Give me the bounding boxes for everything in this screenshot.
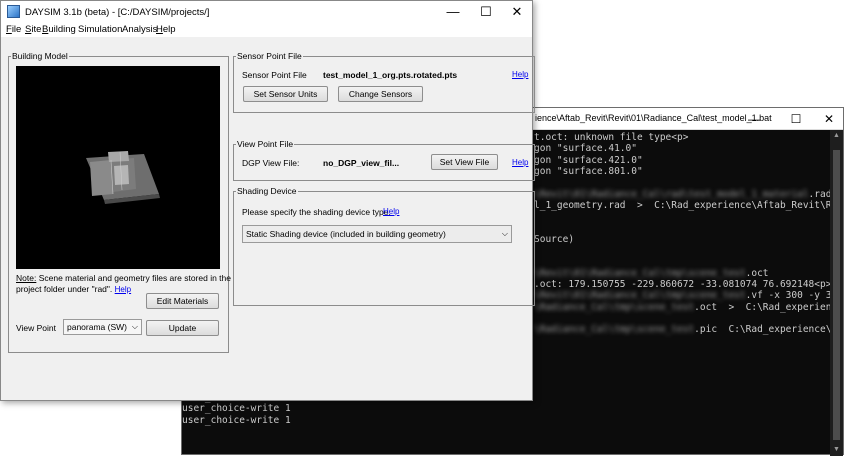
daysim-minimize-button[interactable]: — [439, 2, 467, 22]
note-text: Scene material and geometry files are st… [36, 273, 231, 283]
console-line: .oct: 179.150755 -229.860672 -33.081074 … [534, 278, 832, 290]
menu-analysis[interactable]: Analysis [122, 24, 157, 35]
sensor-point-file-label: Sensor Point File [242, 70, 307, 80]
console-line: \Radiance_Cal\tmp\scene_test.pic C:\Rad_… [534, 324, 832, 335]
note-line-1: Note: Scene material and geometry files … [16, 273, 231, 283]
console-line: user_choice-write 1 [182, 403, 291, 415]
view-point-file-help-link[interactable]: Help [512, 158, 528, 167]
change-sensors-button[interactable]: Change Sensors [338, 86, 423, 102]
dgp-view-file-label: DGP View File: [242, 158, 300, 168]
shading-device-select[interactable]: Static Shading device (included in build… [242, 225, 512, 243]
console-line: user_choice-write 1 [182, 414, 291, 426]
view-point-label: View Point [16, 323, 57, 333]
console-line: gon "surface.801.0" [534, 165, 643, 177]
daysim-window[interactable]: DAYSIM 3.1b (beta) - [C:/DAYSIM/projects… [0, 0, 535, 401]
console-title: ience\Aftab_Revit\Revit\01\Radiance_Cal\… [535, 113, 772, 123]
edit-materials-button[interactable]: Edit Materials [146, 293, 219, 309]
menu-simulation[interactable]: Simulation [78, 24, 122, 35]
building-model-legend: Building Model [11, 51, 69, 61]
note-text-2: project folder under "rad". [16, 284, 113, 294]
chevron-down-icon: ⌵ [131, 322, 138, 331]
console-line: \Revit\01\Radiance_Cal\tmp\scene_test.oc… [534, 268, 769, 279]
console-redacted-text: \Revit\01\Radiance_Cal\rad\test_model_1_… [534, 188, 809, 200]
scroll-up-icon[interactable]: ▲ [830, 130, 843, 142]
building-model-viewport[interactable] [16, 66, 220, 269]
menu-help[interactable]: Help [156, 24, 176, 35]
scroll-down-icon[interactable]: ▼ [830, 444, 843, 456]
console-redacted-text: \Radiance_Cal\tmp\scene_test [534, 301, 695, 313]
sensor-point-file-group: Sensor Point File [233, 51, 535, 113]
note-line-2: project folder under "rad". Help [16, 284, 131, 294]
console-line: \Revit\01\Radiance_Cal\rad\test_model_1_… [534, 189, 831, 200]
note-label: Note: [16, 273, 37, 283]
dgp-view-file-value: no_DGP_view_fil... [323, 158, 400, 168]
sensor-point-file-legend: Sensor Point File [236, 51, 303, 61]
shading-device-help-link[interactable]: Help [383, 207, 399, 216]
menu-file[interactable]: File [6, 24, 21, 35]
set-sensor-units-button[interactable]: Set Sensor Units [243, 86, 328, 102]
shading-device-value: Static Shading device (included in build… [246, 229, 446, 239]
console-close-button[interactable]: ✕ [815, 110, 843, 128]
view-point-value: panorama (SW) [67, 322, 127, 332]
menu-bar: File Site Building Simulation Analysis H… [1, 23, 532, 37]
console-line: gon "surface.41.0" [534, 143, 637, 155]
building-model-help-link[interactable]: Help [115, 285, 131, 294]
chevron-down-icon: ⌵ [501, 229, 508, 238]
building-3d-render [86, 151, 160, 204]
daysim-titlebar[interactable]: DAYSIM 3.1b (beta) - [C:/DAYSIM/projects… [1, 1, 532, 23]
menu-site[interactable]: Site [25, 24, 41, 35]
menu-building[interactable]: Building [42, 24, 76, 35]
console-maximize-button[interactable]: ☐ [782, 110, 810, 128]
sensor-point-file-help-link[interactable]: Help [512, 70, 528, 79]
console-text: .oct > C:\Rad_experience [694, 301, 832, 313]
console-line: gon "surface.421.0" [534, 154, 643, 166]
console-line: t.oct: unknown file type<p> [534, 132, 689, 143]
console-minimize-button[interactable]: — [740, 110, 768, 128]
console-line: \Radiance_Cal\tmp\scene_test.oct > C:\Ra… [534, 302, 832, 313]
console-text: .rad [808, 188, 832, 200]
console-line: \Revit\01\Radiance_Cal\tmp\scene_test.vf… [534, 290, 832, 301]
shading-device-legend: Shading Device [236, 186, 298, 196]
scroll-thumb[interactable] [833, 150, 840, 440]
daysim-close-button[interactable]: ✕ [503, 2, 531, 22]
console-text: .pic C:\Rad_experience\A [694, 324, 832, 336]
daysim-app-icon [7, 5, 20, 18]
console-redacted-text: \Revit\01\Radiance_Cal\tmp\scene_test [534, 290, 746, 302]
console-scrollbar[interactable]: ▲ ▼ [830, 130, 843, 456]
console-redacted-text: \Radiance_Cal\tmp\scene_test [534, 324, 695, 336]
console-redacted-text: \Revit\01\Radiance_Cal\tmp\scene_test [534, 267, 746, 279]
update-button[interactable]: Update [146, 320, 219, 336]
view-point-file-legend: View Point File [236, 139, 295, 149]
daysim-maximize-button[interactable]: ☐ [472, 2, 500, 22]
daysim-title: DAYSIM 3.1b (beta) - [C:/DAYSIM/projects… [25, 7, 210, 18]
set-view-file-button[interactable]: Set View File [431, 154, 498, 170]
console-text: .oct [745, 267, 769, 279]
sensor-point-file-value: test_model_1_org.pts.rotated.pts [323, 70, 458, 80]
console-line: l_1_geometry.rad > C:\Rad_experience\Aft… [534, 199, 832, 211]
shading-device-prompt: Please specify the shading device type. [242, 207, 391, 217]
view-point-select[interactable]: panorama (SW) ⌵ [63, 319, 142, 335]
console-text: .vf -x 300 -y 300 -pj [745, 290, 832, 302]
console-line: Source) [534, 233, 575, 245]
